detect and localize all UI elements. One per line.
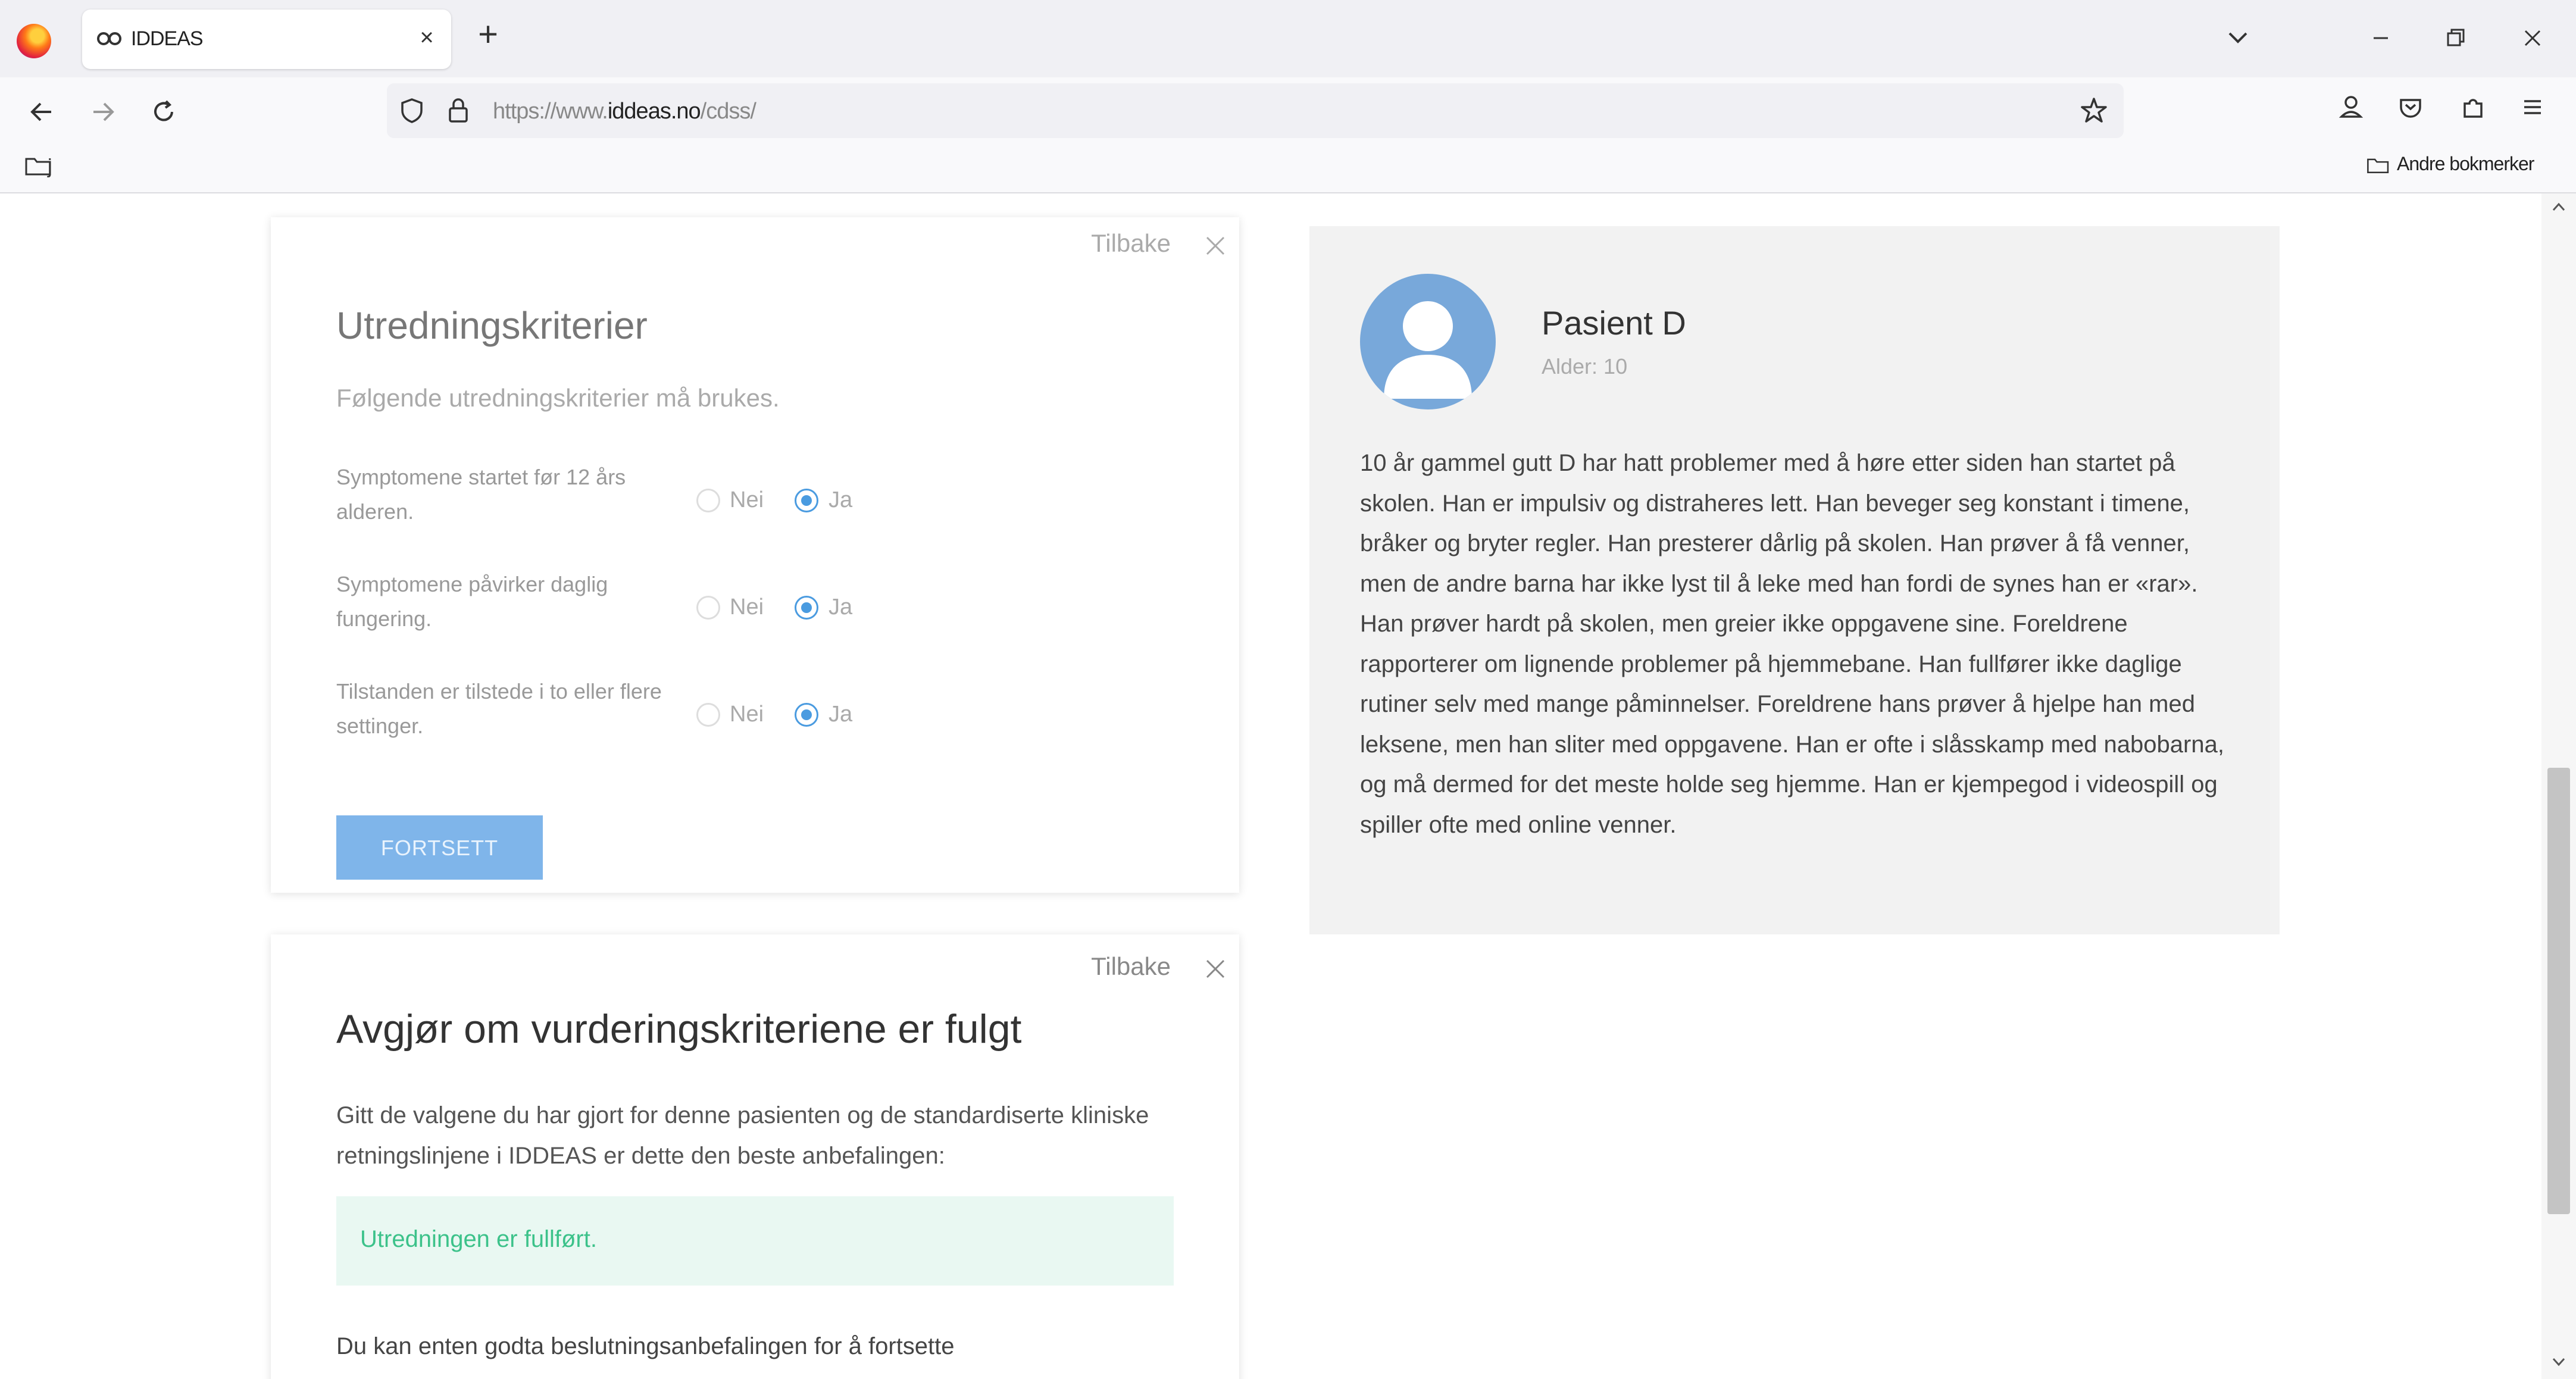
decision-title: Avgjør om vurderingskriteriene er fulgt (336, 1006, 1022, 1052)
radio-yes-label[interactable]: Ja (829, 487, 852, 513)
tab-title: IDDEAS (131, 27, 204, 50)
other-bookmarks-label: Andre bokmerker (2397, 153, 2534, 174)
back-link[interactable]: Tilbake (1091, 229, 1171, 258)
recommendation-box: Utredningen er fullført. (336, 1196, 1174, 1286)
iddeas-favicon-icon (97, 32, 121, 45)
criterion-radio-group: Nei Ja (696, 484, 875, 520)
radio-yes-label[interactable]: Ja (829, 595, 852, 620)
restore-icon[interactable] (2437, 20, 2473, 56)
window-close-icon[interactable] (2515, 20, 2550, 56)
radio-yes[interactable] (795, 703, 818, 727)
bookmarks-toolbar: j Andre bokmerker (0, 146, 2576, 193)
continue-button[interactable]: FORTSETT (336, 815, 543, 880)
patient-description: 10 år gammel gutt D har hatt problemer m… (1360, 450, 2224, 838)
radio-no-label[interactable]: Nei (730, 487, 764, 513)
patient-panel: Pasient D Alder: 10 10 år gammel gutt D … (1309, 226, 2280, 934)
url-prefix: https://www. (493, 99, 608, 124)
criterion-label: Tilstanden er tilstede i to eller flere … (336, 679, 662, 738)
tab-iddeas[interactable]: IDDEAS × (82, 10, 451, 69)
menu-icon[interactable] (2515, 89, 2550, 125)
back-link[interactable]: Tilbake (1091, 952, 1171, 981)
criteria-subtitle: Følgende utredningskriterier må brukes. (336, 384, 780, 412)
new-tab-icon[interactable]: + (470, 17, 506, 54)
criteria-title: Utredningskriterier (336, 304, 648, 347)
url-bar[interactable]: https://www.iddeas.no/cdss/ (387, 83, 2124, 138)
avatar (1360, 274, 1496, 409)
page-viewport: Tilbake Utredningskriterier Følgende utr… (0, 193, 2553, 1379)
radio-yes[interactable] (795, 596, 818, 620)
other-bookmarks[interactable]: Andre bokmerker (2366, 153, 2534, 176)
firefox-logo-icon[interactable] (17, 24, 51, 58)
criterion-radio-group: Nei Ja (696, 591, 875, 627)
tracking-protection-shield-icon[interactable] (398, 96, 426, 125)
decision-text: Gitt de valgene du har gjort for denne p… (336, 1102, 1149, 1169)
radio-yes-label[interactable]: Ja (829, 702, 852, 727)
user-avatar-icon (1384, 301, 1472, 399)
recommendation-text: Utredningen er fullført. (360, 1226, 597, 1252)
radio-no-label[interactable]: Nei (730, 702, 764, 727)
extensions-icon[interactable] (2455, 89, 2491, 125)
back-arrow-icon[interactable] (24, 94, 60, 130)
scroll-up-arrow-icon[interactable] (2549, 198, 2569, 216)
list-tabs-chevron-icon[interactable] (2220, 20, 2256, 56)
tab-close-icon[interactable]: × (413, 24, 440, 51)
radio-no[interactable] (696, 596, 720, 620)
url-path: /cdss/ (700, 99, 756, 124)
url-text[interactable]: https://www.iddeas.no/cdss/ (493, 99, 756, 124)
radio-no-label[interactable]: Nei (730, 595, 764, 620)
decision-bottom-text: Du kan enten godta beslutningsanbefaling… (336, 1333, 955, 1359)
pocket-icon[interactable] (2393, 89, 2428, 125)
minimize-icon[interactable] (2363, 20, 2399, 56)
criterion-label: Symptomene startet før 12 års alderen. (336, 465, 626, 524)
page-scrollbar[interactable] (2541, 193, 2576, 1379)
bookmark-folder-label[interactable]: j (48, 155, 52, 179)
other-bookmarks-folder-icon (2367, 158, 2389, 173)
patient-name: Pasient D (1542, 304, 1686, 342)
scroll-thumb[interactable] (2547, 768, 2570, 1214)
close-icon[interactable] (1205, 958, 1226, 980)
criterion-label: Symptomene påvirker daglig fungering. (336, 572, 608, 631)
lock-icon[interactable] (445, 95, 471, 125)
forward-arrow-icon[interactable] (85, 94, 121, 130)
radio-no[interactable] (696, 703, 720, 727)
close-icon[interactable] (1205, 235, 1226, 257)
reload-icon[interactable] (146, 94, 182, 130)
radio-yes[interactable] (795, 489, 818, 512)
criteria-card: Tilbake Utredningskriterier Følgende utr… (271, 217, 1239, 893)
account-icon[interactable] (2333, 89, 2369, 125)
radio-no[interactable] (696, 489, 720, 512)
scroll-down-arrow-icon[interactable] (2549, 1353, 2569, 1371)
decision-card: Tilbake Avgjør om vurderingskriteriene e… (271, 934, 1239, 1379)
criterion-radio-group: Nei Ja (696, 698, 875, 734)
tab-bar: IDDEAS × + (0, 0, 2576, 78)
patient-age: Alder: 10 (1542, 354, 1628, 379)
bookmark-star-icon[interactable] (2077, 94, 2111, 127)
url-domain: iddeas.no (607, 99, 701, 124)
